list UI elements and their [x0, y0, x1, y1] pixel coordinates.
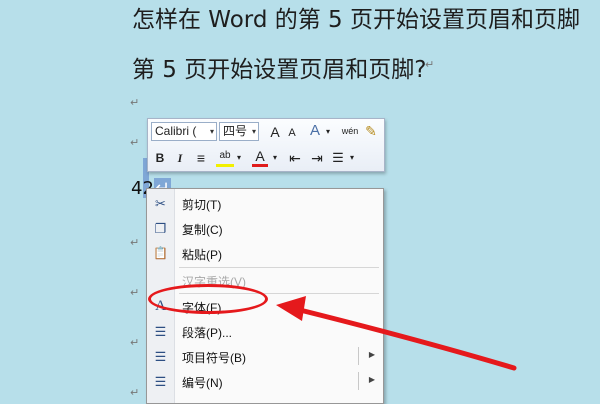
annotation-arrow [276, 296, 517, 371]
annotation-arrow-head [276, 296, 306, 321]
annotation-arrow-shaft [297, 307, 517, 371]
